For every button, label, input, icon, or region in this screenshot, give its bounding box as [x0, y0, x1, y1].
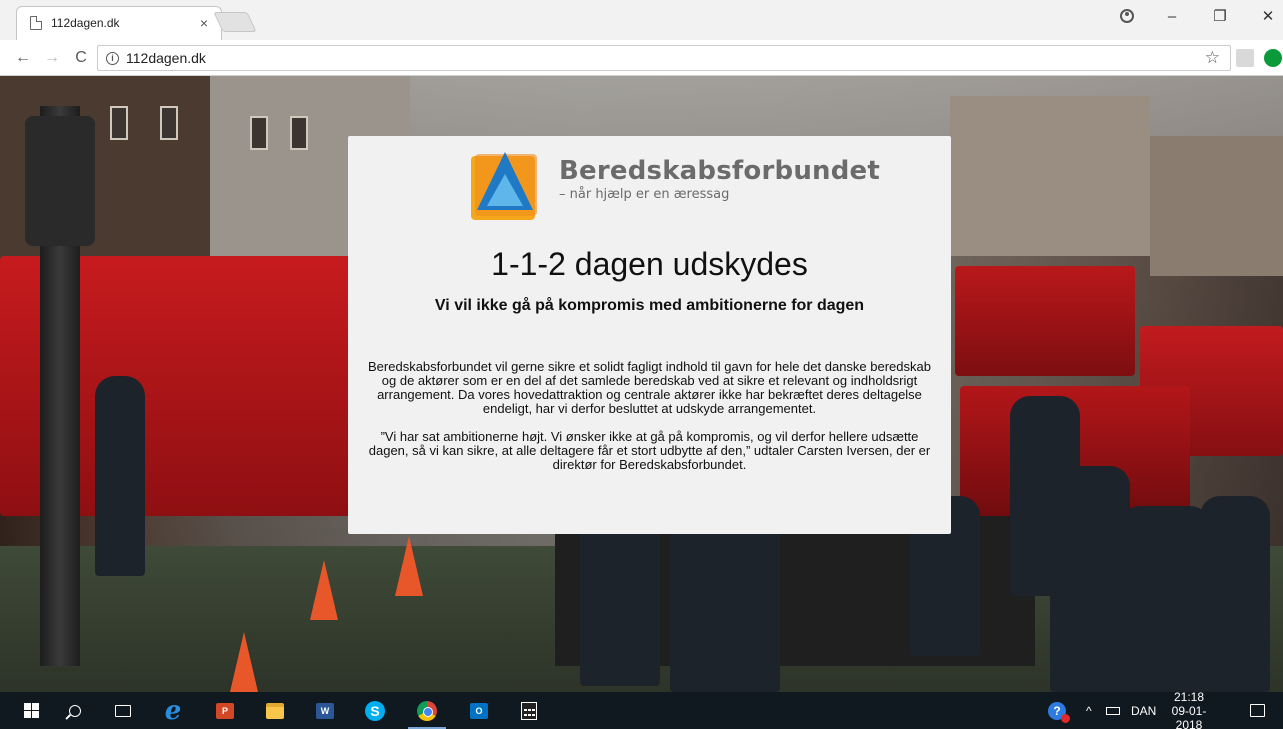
internet-explorer-button[interactable]: e [150, 692, 196, 729]
file-explorer-icon [266, 702, 284, 719]
background-window [160, 106, 178, 140]
extension-icon[interactable] [1236, 49, 1254, 67]
forward-button[interactable]: → [41, 47, 63, 69]
calculator-icon [521, 701, 537, 720]
outlook-icon: O [470, 702, 488, 719]
calculator-button[interactable] [506, 692, 552, 729]
body-paragraph: Beredskabsforbundet vil gerne sikre et s… [368, 359, 931, 416]
search-button[interactable] [52, 692, 98, 729]
quote-paragraph: ”Vi har sat ambitionerne højt. Vi ønsker… [368, 429, 931, 472]
skype-icon: S [365, 700, 385, 721]
action-center-icon[interactable] [1250, 692, 1265, 729]
logo-triangle-icon [471, 152, 537, 220]
background-window [110, 106, 128, 140]
maximize-button[interactable]: ❐ [1205, 0, 1235, 32]
back-button[interactable]: ← [12, 47, 34, 69]
reload-button[interactable]: C [70, 47, 92, 69]
close-window-button[interactable]: ✕ [1253, 0, 1283, 32]
show-hidden-icons-chevron-icon[interactable]: ^ [1086, 692, 1092, 729]
background-cone [230, 632, 258, 692]
system-clock[interactable]: 21:18 09-01-2018 [1167, 689, 1211, 729]
tab-strip: 112dagen.dk × – ❐ ✕ [0, 0, 1283, 40]
logo-name: Beredskabsforbundet [559, 156, 881, 186]
announcement-card: Beredskabsforbundet – når hjælp er en ær… [348, 136, 951, 534]
chrome-icon [417, 700, 437, 721]
tab-112dagen[interactable]: 112dagen.dk × [16, 6, 222, 40]
windows-taskbar: e P W S O ? ^ DAN 21:18 09-01-2018 [0, 689, 1283, 729]
battery-icon[interactable] [1106, 692, 1120, 729]
bookmark-star-icon[interactable]: ☆ [1205, 48, 1220, 68]
background-person [1050, 466, 1130, 692]
background-window [250, 116, 268, 150]
help-tray-button[interactable]: ? [1048, 692, 1070, 729]
input-language[interactable]: DAN [1131, 692, 1156, 729]
clock-date: 09-01-2018 [1171, 703, 1207, 729]
profile-icon[interactable] [1112, 0, 1142, 32]
logo-tagline: – når hjælp er en æressag [559, 187, 730, 202]
url-text[interactable]: 112dagen.dk [126, 50, 206, 66]
word-icon: W [316, 702, 334, 719]
logo-text: Beredskabsforbundet – når hjælp er en ær… [559, 152, 880, 203]
background-fire-truck [955, 266, 1135, 376]
start-button[interactable] [8, 692, 54, 729]
background-person [1120, 506, 1210, 692]
tab-title: 112dagen.dk [51, 16, 120, 30]
task-view-icon [115, 704, 131, 717]
minimize-button[interactable]: – [1157, 0, 1187, 32]
address-bar[interactable]: i 112dagen.dk ☆ [97, 45, 1231, 71]
task-view-button[interactable] [100, 692, 146, 729]
beredskabsforbundet-logo[interactable]: Beredskabsforbundet – når hjælp er en ær… [471, 152, 880, 220]
extension-update-icon[interactable] [1264, 49, 1282, 67]
word-button[interactable]: W [302, 692, 348, 729]
powerpoint-icon: P [216, 702, 234, 719]
search-icon [69, 704, 81, 717]
file-explorer-button[interactable] [252, 692, 298, 729]
page-favicon-icon [30, 16, 42, 30]
background-person [95, 376, 145, 576]
background-building [1150, 136, 1283, 276]
background-person [1200, 496, 1270, 692]
background-cone [395, 536, 423, 596]
clock-time: 21:18 [1173, 689, 1205, 704]
windows-logo-icon [23, 703, 39, 718]
internet-explorer-icon: e [164, 695, 182, 726]
outlook-button[interactable]: O [456, 692, 502, 729]
background-lamp [25, 116, 95, 246]
site-info-icon[interactable]: i [106, 51, 119, 65]
browser-toolbar: ← → C i 112dagen.dk ☆ [0, 40, 1283, 76]
skype-button[interactable]: S [352, 692, 398, 729]
chrome-button[interactable] [404, 692, 450, 729]
background-cone [310, 560, 338, 620]
page-subheadline: Vi vil ikke gå på kompromis med ambition… [434, 297, 865, 314]
help-icon: ? [1048, 701, 1070, 723]
powerpoint-button[interactable]: P [202, 692, 248, 729]
background-building [950, 96, 1150, 256]
background-window [290, 116, 308, 150]
tab-close-icon[interactable]: × [196, 15, 212, 31]
background-person [670, 516, 780, 692]
page-headline: 1-1-2 dagen udskydes [491, 246, 808, 282]
